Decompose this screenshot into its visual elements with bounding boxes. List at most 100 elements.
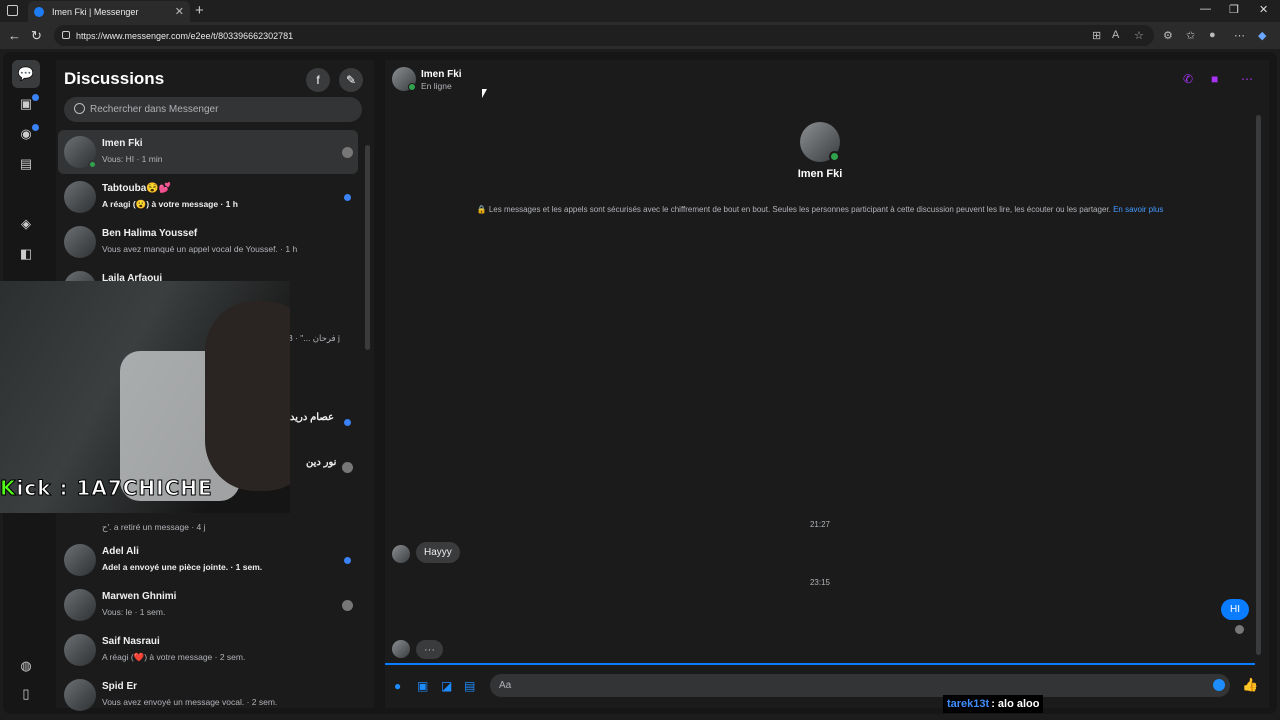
conversation-name: Spid Er <box>102 681 138 692</box>
toggle-sidebar-icon[interactable]: ▯ <box>12 680 40 708</box>
conversation-name: نور دين <box>306 457 337 468</box>
message-input[interactable]: Aa <box>490 674 1230 697</box>
tab-actions-icon[interactable] <box>7 5 18 16</box>
minimize-icon[interactable]: — <box>1200 3 1211 15</box>
conversation-preview: Adel a envoyé une pièce jointe. · 1 sem. <box>102 562 263 572</box>
avatar <box>64 679 96 711</box>
kick-channel-label: Kick : 1A7CHICHE <box>0 476 213 501</box>
seen-avatar <box>342 147 353 158</box>
new-tab-button[interactable]: + <box>195 2 204 19</box>
app-available-icon[interactable]: ⊞ <box>1092 29 1101 42</box>
conversation-preview: A réagi (😮) à votre message · 1 h <box>102 199 238 209</box>
url-text: https://www.messenger.com/e2ee/t/8033966… <box>76 30 294 41</box>
user-avatar[interactable]: ◍ <box>12 652 40 680</box>
conversation-item[interactable]: Spid Er Vous avez envoyé un message voca… <box>58 673 358 717</box>
conversation-name: Ben Halima Youssef <box>102 228 198 239</box>
conversation-item[interactable]: Adel Ali Adel a envoyé une pièce jointe.… <box>58 538 358 582</box>
sticker-icon[interactable]: ◪ <box>441 679 452 693</box>
community-icon[interactable]: ◈ <box>12 210 40 238</box>
webcam-overlay: Kick : 1A7CHICHE <box>0 281 290 513</box>
like-icon[interactable]: 👍 <box>1242 677 1258 693</box>
conversation-preview: Vous avez manqué un appel vocal de Youss… <box>102 244 298 254</box>
microphone-icon[interactable]: ● <box>394 679 401 693</box>
message-timestamp: 21:27 <box>809 520 831 529</box>
search-placeholder: Rechercher dans Messenger <box>90 104 219 115</box>
copilot-icon[interactable]: ◆ <box>1258 29 1266 42</box>
favorite-star-icon[interactable]: ☆ <box>1134 29 1144 42</box>
messenger-favicon-icon <box>34 6 44 17</box>
online-indicator <box>408 83 416 91</box>
typing-indicator: ··· <box>416 640 443 659</box>
conversation-name: عصام دريد <box>290 412 334 423</box>
facebook-icon[interactable]: f <box>306 68 330 92</box>
more-menu-icon[interactable]: ⋯ <box>1234 29 1245 42</box>
conversation-preview: Vous avez envoyé un message vocal. · 2 s… <box>102 697 278 707</box>
back-icon[interactable]: ← <box>8 28 21 43</box>
chats-icon[interactable]: 💬 <box>12 60 40 88</box>
new-message-icon[interactable]: ✎ <box>339 68 363 92</box>
sender-avatar <box>392 545 410 563</box>
avatar <box>64 226 96 258</box>
site-info-icon[interactable] <box>62 31 70 39</box>
image-icon[interactable]: ▣ <box>417 679 428 693</box>
video-call-icon[interactable]: ■ <box>1211 72 1218 86</box>
unread-dot <box>344 419 351 426</box>
conversation-item[interactable]: Imen Fki Vous: HI · 1 min <box>58 130 358 174</box>
conversation-preview: A réagi (❤️) à votre message · 2 sem. <box>102 652 246 662</box>
avatar <box>64 544 96 576</box>
conversation-preview: Vous: le · 1 sem. <box>102 607 166 617</box>
archive-icon[interactable]: ▤ <box>12 150 40 178</box>
search-icon <box>74 103 85 114</box>
conversation-preview: Vous: HI · 1 min <box>102 154 163 164</box>
stream-chat-message: tarek13t : alo aloo <box>943 695 1044 713</box>
seen-avatar <box>1235 625 1244 634</box>
outgoing-message[interactable]: HI <box>1221 599 1249 620</box>
contact-name[interactable]: Imen Fki <box>421 69 462 80</box>
favorites-icon[interactable]: ✩ <box>1186 29 1195 42</box>
conversation-item[interactable]: Saif Nasraui A réagi (❤️) à votre messag… <box>58 628 358 672</box>
read-aloud-icon[interactable]: A <box>1112 29 1119 41</box>
conversation-item[interactable]: Marwen Ghnimi Vous: le · 1 sem. <box>58 583 358 627</box>
restore-icon[interactable]: ❐ <box>1229 3 1239 16</box>
chat-header: Imen Fki En ligne ✆ ■ ⋯ <box>385 60 1269 100</box>
message-placeholder: Aa <box>499 680 512 691</box>
conversation-name: Imen Fki <box>102 138 143 149</box>
seen-avatar <box>342 600 353 611</box>
stream-chat-text: : alo aloo <box>991 698 1040 710</box>
conversation-info-icon[interactable]: ⋯ <box>1241 72 1253 86</box>
tab-close-icon[interactable]: ✕ <box>175 5 184 18</box>
gif-icon[interactable]: ▤ <box>464 679 475 693</box>
conversation-item[interactable]: Ben Halima Youssef Vous avez manqué un a… <box>58 220 358 264</box>
browser-tab-bar: Imen Fki | Messenger ✕ + — ❐ ✕ <box>0 0 1280 22</box>
incoming-message[interactable]: Hayyy <box>416 542 460 563</box>
search-input[interactable]: Rechercher dans Messenger <box>64 97 362 122</box>
message-timestamp: 23:15 <box>809 578 831 587</box>
browser-tab[interactable]: Imen Fki | Messenger ✕ <box>28 1 190 22</box>
reload-icon[interactable]: ↻ <box>31 28 42 44</box>
conversation-item[interactable]: Tabtouba😵💕 A réagi (😮) à votre message ·… <box>58 175 358 219</box>
sidebar-scrollbar[interactable] <box>365 145 370 350</box>
stream-chat-username: tarek13t <box>947 698 990 710</box>
chat-scrollbar[interactable] <box>1256 115 1261 655</box>
emoji-icon[interactable] <box>1213 679 1225 691</box>
encryption-text: 🔒 Les messages et les appels sont sécuri… <box>476 205 1111 214</box>
seen-avatar <box>342 462 353 473</box>
conversation-preview: ح'. a retiré un message · 4 j <box>102 522 206 532</box>
channel-icon[interactable]: ◧ <box>12 240 40 268</box>
extensions-icon[interactable]: ⚙ <box>1163 29 1173 42</box>
conversation-name: Marwen Ghnimi <box>102 591 177 602</box>
close-window-icon[interactable]: ✕ <box>1259 3 1268 16</box>
notification-dot <box>32 94 39 101</box>
online-indicator <box>829 151 840 162</box>
learn-more-link[interactable]: En savoir plus <box>1113 205 1163 214</box>
chat-pane: Imen Fki En ligne ✆ ■ ⋯ Imen Fki 🔒 Les m… <box>385 60 1269 708</box>
url-field[interactable]: https://www.messenger.com/e2ee/t/8033966… <box>54 25 1154 46</box>
sidebar-title: Discussions <box>64 69 165 88</box>
unread-dot <box>344 557 351 564</box>
profile-avatar[interactable]: ● <box>1209 29 1216 41</box>
composer-divider <box>385 663 1255 665</box>
conversation-name: Saif Nasraui <box>102 636 160 647</box>
contact-status: En ligne <box>421 81 452 91</box>
online-indicator <box>88 160 97 169</box>
voice-call-icon[interactable]: ✆ <box>1183 72 1193 86</box>
